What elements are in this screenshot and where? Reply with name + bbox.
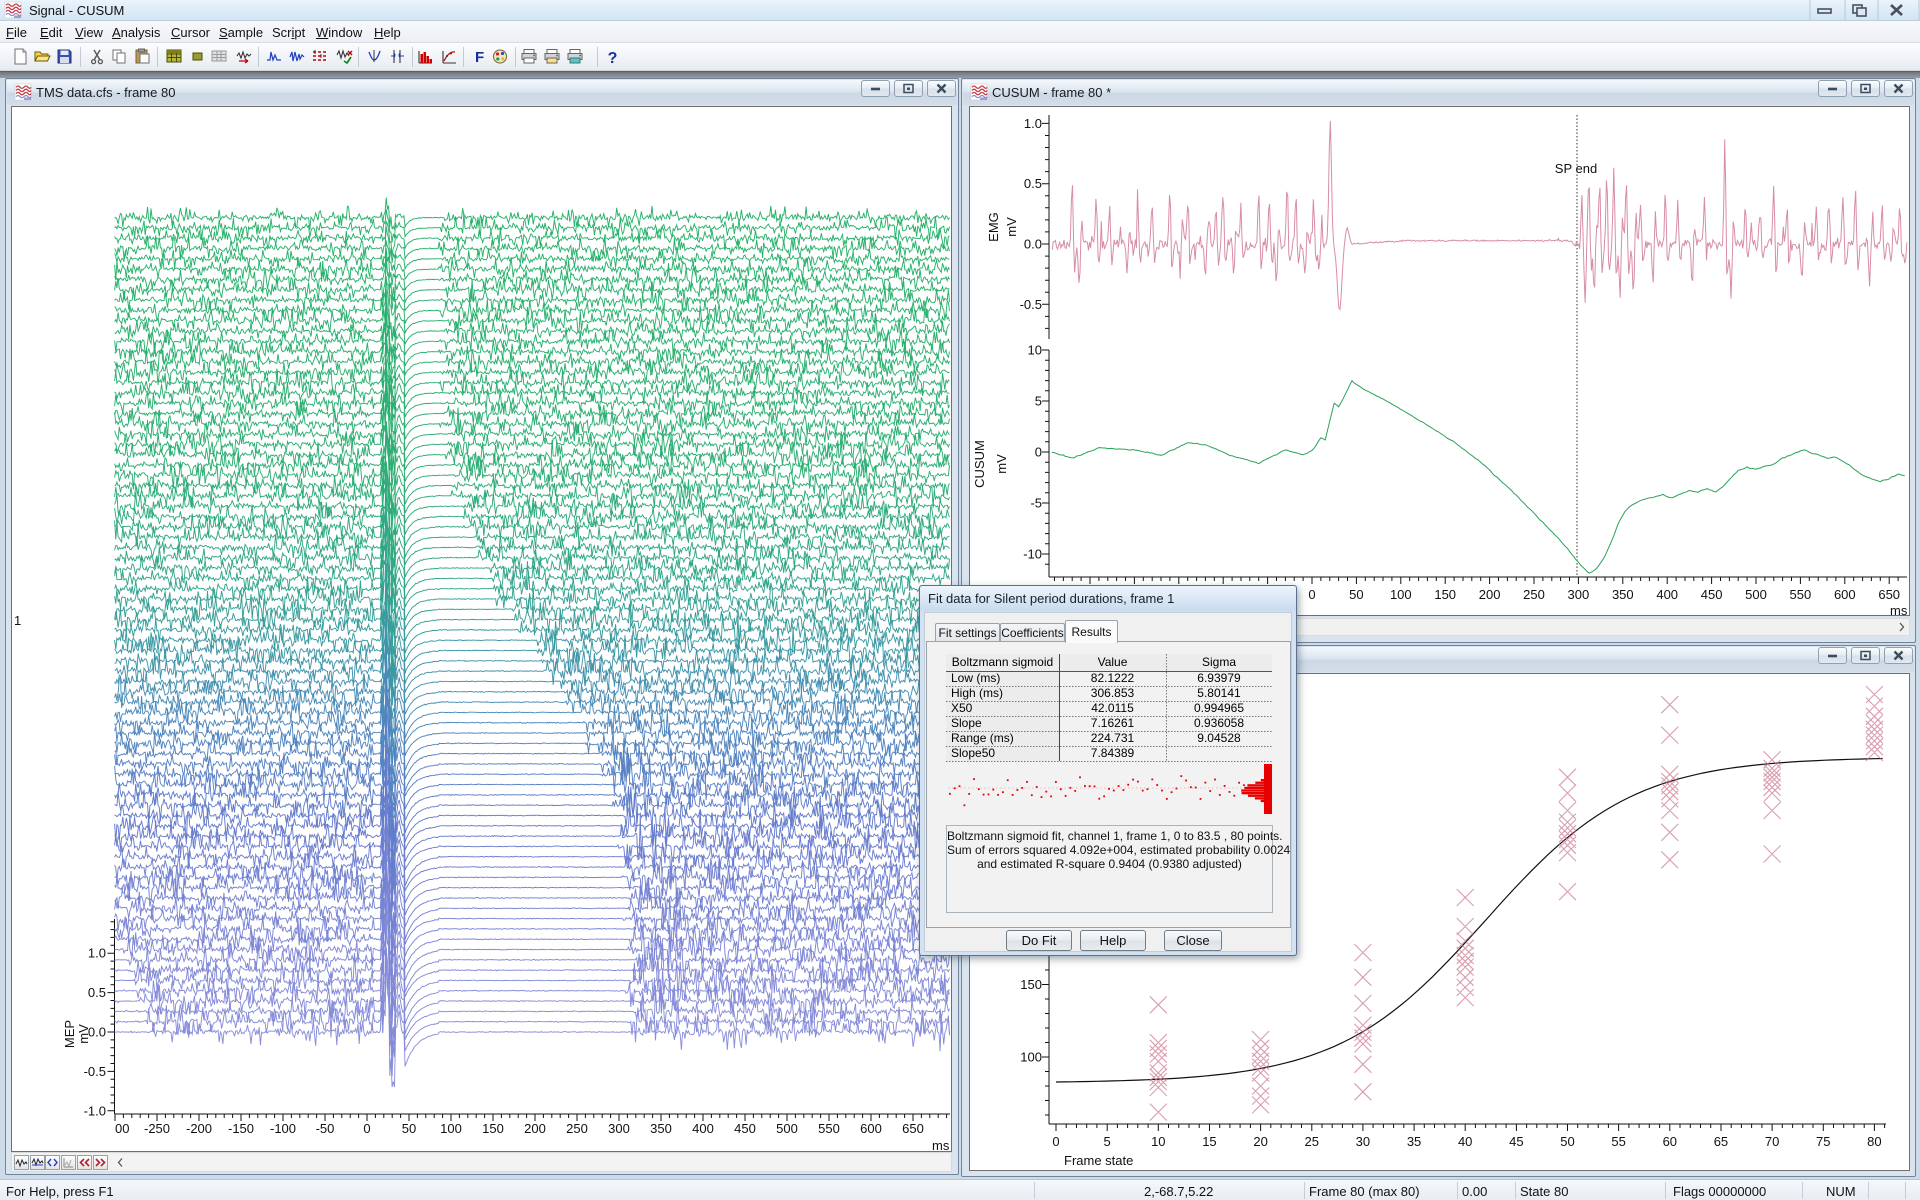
svg-text:0: 0	[363, 1121, 370, 1136]
svg-text:Frame state: Frame state	[1064, 1153, 1133, 1168]
svg-text:-100: -100	[270, 1121, 296, 1136]
svg-text:-10: -10	[1023, 547, 1042, 562]
svg-text:0.5: 0.5	[1024, 176, 1042, 191]
svg-text:150: 150	[1434, 587, 1456, 602]
svg-text:ms: ms	[932, 1138, 950, 1153]
svg-text:0.5: 0.5	[88, 985, 106, 1000]
svg-text:0: 0	[1035, 445, 1042, 460]
svg-text:80: 80	[1867, 1134, 1881, 1149]
svg-text:20: 20	[1253, 1134, 1267, 1149]
svg-text:650: 650	[902, 1121, 924, 1136]
svg-text:1.0: 1.0	[88, 946, 106, 961]
svg-text:10: 10	[1151, 1134, 1165, 1149]
svg-text:25: 25	[1305, 1134, 1319, 1149]
svg-text:150: 150	[1020, 977, 1042, 992]
svg-text:70: 70	[1765, 1134, 1779, 1149]
svg-text:45: 45	[1509, 1134, 1523, 1149]
svg-text:mV: mV	[1004, 217, 1019, 237]
svg-text:EMG: EMG	[986, 212, 1001, 242]
svg-text:250: 250	[1523, 587, 1545, 602]
svg-text:300: 300	[1568, 587, 1590, 602]
svg-text:250: 250	[566, 1121, 588, 1136]
svg-text:450: 450	[1701, 587, 1723, 602]
svg-text:550: 550	[1790, 587, 1812, 602]
svg-text:600: 600	[860, 1121, 882, 1136]
svg-text:350: 350	[650, 1121, 672, 1136]
svg-text:1.0: 1.0	[1024, 116, 1042, 131]
svg-text:50: 50	[402, 1121, 416, 1136]
svg-text:00: 00	[115, 1121, 129, 1136]
svg-text:350: 350	[1612, 587, 1634, 602]
svg-text:40: 40	[1458, 1134, 1472, 1149]
svg-text:0: 0	[1052, 1134, 1059, 1149]
svg-text:-50: -50	[316, 1121, 335, 1136]
svg-text:50: 50	[1560, 1134, 1574, 1149]
svg-text:55: 55	[1611, 1134, 1625, 1149]
svg-text:550: 550	[818, 1121, 840, 1136]
svg-text:5: 5	[1104, 1134, 1111, 1149]
svg-text:200: 200	[524, 1121, 546, 1136]
svg-text:F: F	[475, 49, 484, 66]
svg-text:400: 400	[1656, 587, 1678, 602]
svg-text:100: 100	[440, 1121, 462, 1136]
svg-text:-0.5: -0.5	[84, 1064, 106, 1079]
svg-text:-5: -5	[1030, 496, 1042, 511]
svg-text:100: 100	[1020, 1050, 1042, 1065]
svg-text:75: 75	[1816, 1134, 1830, 1149]
svg-text:15: 15	[1202, 1134, 1216, 1149]
svg-text:mV: mV	[994, 454, 1009, 474]
svg-text:30: 30	[1356, 1134, 1370, 1149]
svg-text:450: 450	[734, 1121, 756, 1136]
svg-text:ms: ms	[1890, 603, 1908, 618]
svg-text:CUSUM: CUSUM	[972, 440, 987, 488]
svg-text:400: 400	[692, 1121, 714, 1136]
svg-text:35: 35	[1407, 1134, 1421, 1149]
svg-text:65: 65	[1714, 1134, 1728, 1149]
svg-text:0: 0	[1308, 587, 1315, 602]
svg-text:1: 1	[14, 613, 21, 628]
svg-text:100: 100	[1390, 587, 1412, 602]
svg-text:5: 5	[1035, 394, 1042, 409]
svg-text:600: 600	[1834, 587, 1856, 602]
svg-text:SP end: SP end	[1555, 161, 1597, 176]
svg-text:?: ?	[608, 50, 618, 67]
svg-text:-1.0: -1.0	[84, 1103, 106, 1118]
svg-text:650: 650	[1878, 587, 1900, 602]
svg-text:50: 50	[1349, 587, 1363, 602]
svg-text:10: 10	[1028, 343, 1042, 358]
svg-text:150: 150	[482, 1121, 504, 1136]
svg-text:60: 60	[1663, 1134, 1677, 1149]
svg-text:-200: -200	[186, 1121, 212, 1136]
svg-text:-0.5: -0.5	[1020, 297, 1042, 312]
svg-text:mV: mV	[76, 1024, 91, 1044]
svg-text:300: 300	[608, 1121, 630, 1136]
svg-text:0.0: 0.0	[1024, 237, 1042, 252]
svg-text:MEP: MEP	[62, 1020, 77, 1048]
svg-text:-150: -150	[228, 1121, 254, 1136]
svg-text:500: 500	[1745, 587, 1767, 602]
svg-text:500: 500	[776, 1121, 798, 1136]
svg-text:200: 200	[1479, 587, 1501, 602]
svg-text:-250: -250	[144, 1121, 170, 1136]
